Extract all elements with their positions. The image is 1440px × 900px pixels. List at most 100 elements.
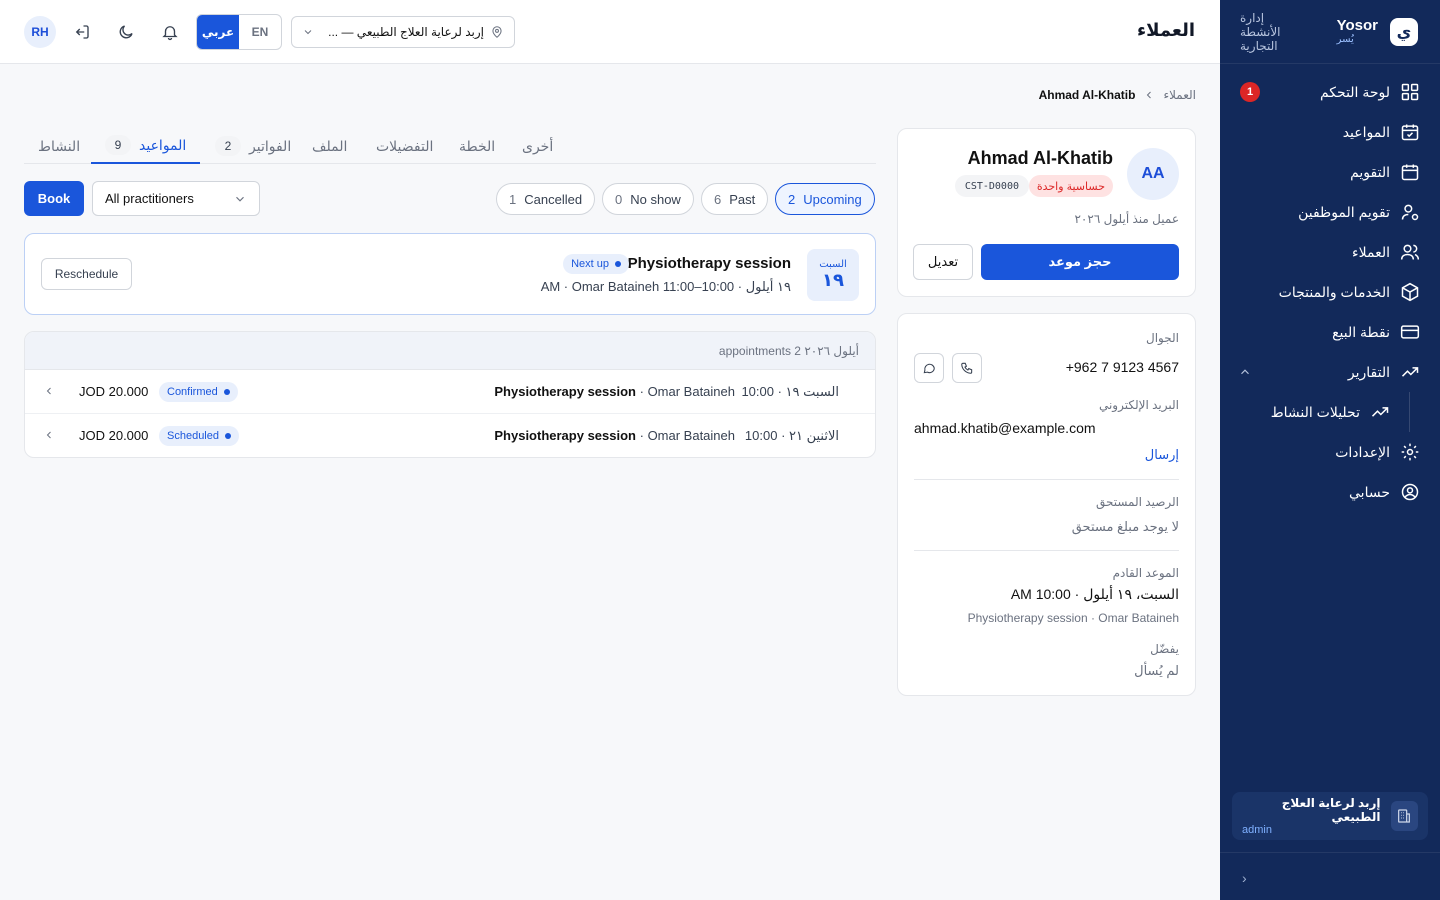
building-icon [1390,801,1418,831]
day-number: ١٩ [822,270,844,290]
next-appointment-service: Physiotherapy session · Omar Bataineh [967,611,1179,625]
app-logo[interactable]: ي [1390,17,1418,46]
sidebar-item-pos[interactable]: نقطة البيع [1220,312,1440,352]
lang-en-button[interactable]: EN [239,15,281,49]
tab-appointments[interactable]: المواعيد 9 [91,128,201,164]
sidebar-subitem-activity-analytics[interactable]: تحليلات النشاط [1220,392,1440,432]
trending-up-icon [1401,367,1419,377]
breadcrumb-current: Ahmad Al-Khatib [1038,88,1136,102]
calendar-check-icon [1401,124,1419,141]
list-group-header: أيلول ٢٠٢٦ appointments 2 [25,332,875,370]
date-badge: السبت ١٩ [807,249,859,301]
table-row[interactable]: السبت ١٩ · 10:00 Physiotherapy session ·… [25,370,875,414]
practitioner-select[interactable]: All practitioners [92,181,260,216]
customer-avatar: AA [1127,148,1179,200]
tab-label: التفضيلات [376,137,434,154]
row-price: JOD 20.000 [79,384,149,399]
filter-count: 1 [509,191,517,207]
message-button[interactable] [914,353,944,383]
status-label: Confirmed [167,386,218,398]
breadcrumb-parent[interactable]: العملاء [1163,88,1196,102]
prefers-label: يفضّل [1150,642,1179,656]
sidebar-item-appointments[interactable]: المواعيد [1220,112,1440,152]
collapse-sidebar-icon[interactable]: › [1242,870,1247,886]
sidebar: ي Yosor يُسر إدارة الأنشطة التجارية لوحة… [1220,0,1440,900]
filter-past[interactable]: 6 Past [701,183,769,215]
filter-upcoming[interactable]: 2 Upcoming [775,183,875,215]
sidebar-item-label: نقطة البيع [1332,323,1390,340]
mobile-value: +962 7 9123 4567 [1065,359,1179,375]
customer-name: Ahmad Al-Khatib [967,148,1113,168]
service-name: Physiotherapy session [494,428,636,443]
sidebar-item-settings[interactable]: الإعدادات [1220,432,1440,472]
customer-profile-card: AA Ahmad Al-Khatib حساسية واحدة CST-D000… [897,128,1196,297]
filter-cancelled[interactable]: 1 Cancelled [496,183,596,215]
calendar-icon [1401,164,1419,181]
organization-switcher[interactable]: إربد لرعاية العلاج الطبيعي admin [1232,792,1428,840]
sidebar-item-staff-calendar[interactable]: تقويم الموظفين [1220,192,1440,232]
chevron-down-icon [236,196,244,202]
tab-other[interactable]: أخرى [520,128,555,164]
next-up-title: Physiotherapy session [627,255,791,272]
sidebar-item-customers[interactable]: العملاء [1220,232,1440,272]
chevron-up-icon[interactable] [1238,365,1252,379]
book-appointment-button[interactable]: حجز موعد [981,244,1179,280]
sidebar-item-calendar[interactable]: التقويم [1220,152,1440,192]
logout-icon[interactable] [70,20,94,44]
sidebar-item-reports[interactable]: التقارير [1220,352,1440,392]
tab-preferences[interactable]: التفضيلات [374,128,435,164]
tab-invoices[interactable]: الفواتير 2 [213,128,293,164]
location-select[interactable]: إربد لرعاية العلاج الطبيعي — ... [291,16,515,48]
table-row[interactable]: الاثنين ٢١ · 10:00 Physiotherapy session… [25,414,875,457]
notification-count-badge: 1 [1240,82,1260,102]
sidebar-nav: لوحة التحكم 1 المواعيد التقويم تقويم الم… [1220,64,1440,512]
sidebar-item-label: الخدمات والمنتجات [1278,283,1390,300]
customer-since: عميل منذ أيلول ٢٠٢٦ [1074,212,1179,226]
day-name: السبت [819,259,847,270]
sidebar-item-account[interactable]: حسابي [1220,472,1440,512]
dark-mode-icon[interactable] [114,20,138,44]
user-avatar[interactable]: RH [24,16,56,48]
next-appointment-label: الموعد القادم [1112,566,1179,580]
tab-label: النشاط [38,137,81,154]
tab-count: 2 [215,136,241,156]
prefers-value: لم يُسأل [1134,663,1179,678]
call-button[interactable] [952,353,982,383]
mobile-label: الجوال [1146,331,1179,345]
sidebar-footer: › [1220,852,1440,900]
badge-label: Next up [571,258,609,270]
customer-code-badge: CST-D0000 [954,175,1029,197]
tab-file[interactable]: الملف [310,128,349,164]
organization-name: إربد لرعاية العلاج الطبيعي [1281,796,1381,824]
sidebar-item-label: لوحة التحكم [1319,83,1390,100]
send-email-link[interactable]: إرسال [1145,447,1179,463]
book-button[interactable]: Book [24,181,84,216]
chevron-left-icon[interactable] [43,429,55,441]
sidebar-item-services[interactable]: الخدمات والمنتجات [1220,272,1440,312]
user-circle-icon [1401,483,1419,501]
breadcrumb: العملاء Ahmad Al-Khatib [1039,88,1196,102]
filter-label: Upcoming [803,191,862,207]
appointments-list: أيلول ٢٠٢٦ appointments 2 السبت ١٩ · 10:… [24,331,876,458]
next-up-card[interactable]: السبت ١٩ Physiotherapy session Next up ١… [24,233,876,315]
status-badge: Confirmed [159,382,238,402]
status-label: Scheduled [167,430,219,442]
credit-card-icon [1400,325,1420,339]
tab-label: الخطة [459,137,496,154]
bell-icon[interactable] [158,20,182,44]
chevron-left-icon[interactable] [43,385,55,397]
chat-icon [923,363,935,374]
location-value: إربد لرعاية العلاج الطبيعي — ... [328,25,484,39]
edit-customer-button[interactable]: تعديل [913,244,973,280]
filter-label: No show [630,191,681,207]
lang-ar-button[interactable]: عربي [197,15,239,49]
practitioner-value: All practitioners [105,191,194,206]
sidebar-item-label: العملاء [1352,243,1390,260]
tab-plan[interactable]: الخطة [457,128,497,164]
tab-activity[interactable]: النشاط [36,128,82,164]
brand-tagline: إدارة الأنشطة التجارية [1240,10,1281,53]
sidebar-item-dashboard[interactable]: لوحة التحكم 1 [1220,72,1440,112]
filter-no-show[interactable]: 0 No show [602,183,694,215]
reschedule-button[interactable]: Reschedule [41,258,132,290]
filter-label: Past [729,191,756,207]
